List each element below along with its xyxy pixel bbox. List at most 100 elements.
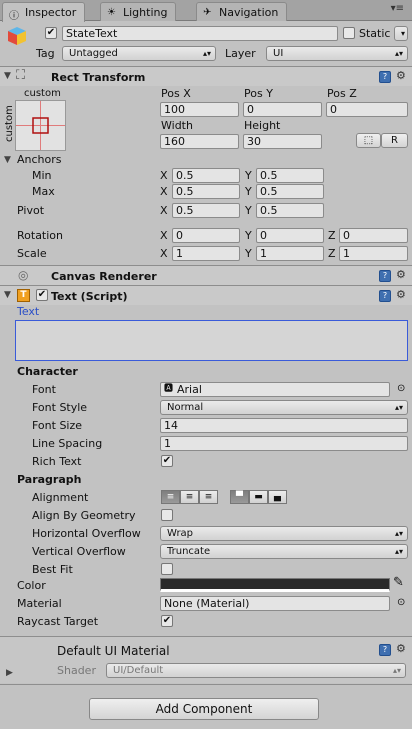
rect-transform-icon: ⛶ (16, 68, 26, 83)
layer-dropdown[interactable]: UI ▴▾ (266, 46, 408, 61)
text-label: Text (17, 305, 40, 318)
help-icon[interactable]: ? (379, 644, 391, 656)
component-title: Canvas Renderer (51, 270, 157, 283)
gear-icon[interactable]: ⚙ (396, 268, 406, 281)
gameobject-name-field[interactable]: StateText (62, 26, 338, 41)
rotation-z-field[interactable]: 0 (339, 228, 408, 243)
scale-y-field[interactable]: 1 (256, 246, 324, 261)
object-picker-icon[interactable]: ⊙ (397, 383, 405, 394)
rect-transform-header[interactable]: ▼ ⛶ Rect Transform ? ⚙ (0, 66, 412, 86)
component-enabled-checkbox[interactable]: ✔ (36, 289, 48, 301)
text-component-icon: T (17, 289, 30, 302)
rich-text-checkbox[interactable]: ✔ (161, 455, 173, 467)
navigation-icon: ✈ (203, 7, 212, 18)
eyedropper-icon[interactable]: ✎ (393, 575, 404, 590)
align-center-button[interactable]: ≡ (180, 490, 199, 504)
static-dropdown[interactable]: ▾ (394, 26, 408, 41)
tab-label: Inspector (25, 6, 77, 19)
align-left-button[interactable]: ≡ (161, 490, 180, 504)
tag-label: Tag (36, 47, 55, 60)
anchor-side-label: custom (4, 105, 15, 142)
gameobject-active-checkbox[interactable]: ✔ (45, 27, 57, 39)
pos-x-field[interactable]: 100 (160, 102, 239, 117)
text-content-area[interactable] (15, 320, 408, 361)
axis-x-label: X (160, 229, 168, 242)
rotation-label: Rotation (17, 229, 64, 242)
raw-edit-button[interactable]: R (381, 133, 408, 148)
static-checkbox[interactable] (343, 27, 355, 39)
material-title: Default UI Material (57, 644, 170, 658)
horizontal-overflow-dropdown[interactable]: Wrap ▴▾ (160, 526, 408, 541)
anchor-max-y-field[interactable]: 0.5 (256, 184, 324, 199)
anchor-preset-icon (16, 101, 65, 150)
font-style-dropdown[interactable]: Normal ▴▾ (160, 400, 408, 415)
gear-icon[interactable]: ⚙ (396, 288, 406, 301)
object-picker-icon[interactable]: ⊙ (397, 597, 405, 608)
vertical-overflow-dropdown[interactable]: Truncate ▴▾ (160, 544, 408, 559)
text-script-header[interactable]: ▼ T ✔ Text (Script) ? ⚙ (0, 285, 412, 305)
rotation-y-field[interactable]: 0 (256, 228, 324, 243)
font-field[interactable]: 🅰 Arial (160, 382, 390, 397)
align-middle-button[interactable]: ▬ (249, 490, 268, 504)
anchor-min-label: Min (32, 169, 52, 182)
tab-lighting[interactable]: ☀ Lighting (100, 2, 177, 21)
line-spacing-label: Line Spacing (32, 437, 103, 450)
tab-menu-icon[interactable]: ▾≡ (391, 3, 404, 14)
fold-arrow-icon[interactable]: ▼ (4, 290, 11, 300)
shader-dropdown[interactable]: UI/Default ▴▾ (106, 663, 406, 678)
tab-bar: ⓘ Inspector ☀ Lighting ✈ Navigation ▾≡ (0, 0, 412, 22)
add-component-button[interactable]: Add Component (89, 698, 319, 720)
help-icon[interactable]: ? (379, 290, 391, 302)
info-icon: ⓘ (9, 11, 19, 22)
component-title: Text (Script) (51, 290, 128, 303)
scale-x-field[interactable]: 1 (172, 246, 240, 261)
material-field[interactable]: None (Material) (160, 596, 390, 611)
anchor-min-y-field[interactable]: 0.5 (256, 168, 324, 183)
pivot-y-field[interactable]: 0.5 (256, 203, 324, 218)
anchor-max-x-field[interactable]: 0.5 (172, 184, 240, 199)
rotation-x-field[interactable]: 0 (172, 228, 240, 243)
material-fold-arrow-icon[interactable]: ▶ (6, 668, 13, 678)
axis-x-label: X (160, 185, 168, 198)
blueprint-icon: ⬚ (363, 135, 374, 146)
tag-dropdown[interactable]: Untagged ▴▾ (62, 46, 216, 61)
static-label: Static (359, 27, 391, 40)
width-field[interactable]: 160 (160, 134, 239, 149)
anchors-fold-arrow-icon[interactable]: ▼ (4, 155, 11, 165)
scale-z-field[interactable]: 1 (339, 246, 408, 261)
canvas-renderer-header[interactable]: ◎ Canvas Renderer ? ⚙ (0, 265, 412, 285)
help-icon[interactable]: ? (379, 71, 391, 83)
align-right-button[interactable]: ≡ (199, 490, 218, 504)
gear-icon[interactable]: ⚙ (396, 69, 406, 82)
pos-z-field[interactable]: 0 (326, 102, 408, 117)
height-field[interactable]: 30 (243, 134, 322, 149)
line-spacing-field[interactable]: 1 (160, 436, 408, 451)
tab-inspector[interactable]: ⓘ Inspector (2, 2, 86, 22)
pivot-label: Pivot (17, 204, 45, 217)
anchor-preset-button[interactable] (15, 100, 66, 151)
height-label: Height (244, 119, 281, 132)
align-top-button[interactable]: ▀ (230, 490, 249, 504)
align-bottom-button[interactable]: ▄ (268, 490, 287, 504)
axis-x-label: X (160, 204, 168, 217)
pos-y-field[interactable]: 0 (243, 102, 322, 117)
color-swatch[interactable] (160, 578, 390, 592)
best-fit-checkbox[interactable] (161, 563, 173, 575)
raycast-target-checkbox[interactable]: ✔ (161, 615, 173, 627)
vertical-overflow-label: Vertical Overflow (32, 545, 126, 558)
pivot-x-field[interactable]: 0.5 (172, 203, 240, 218)
font-size-field[interactable]: 14 (160, 418, 408, 433)
anchors-label: Anchors (17, 153, 62, 166)
tab-navigation[interactable]: ✈ Navigation (196, 2, 288, 21)
color-label: Color (17, 579, 46, 592)
gear-icon[interactable]: ⚙ (396, 642, 406, 655)
shader-label: Shader (57, 664, 96, 677)
blueprint-mode-button[interactable]: ⬚ (356, 133, 381, 148)
align-by-geometry-label: Align By Geometry (32, 509, 136, 522)
align-by-geometry-checkbox[interactable] (161, 509, 173, 521)
anchor-min-x-field[interactable]: 0.5 (172, 168, 240, 183)
pos-y-label: Pos Y (244, 87, 273, 100)
axis-y-label: Y (245, 229, 252, 242)
fold-arrow-icon[interactable]: ▼ (4, 71, 11, 81)
help-icon[interactable]: ? (379, 270, 391, 282)
